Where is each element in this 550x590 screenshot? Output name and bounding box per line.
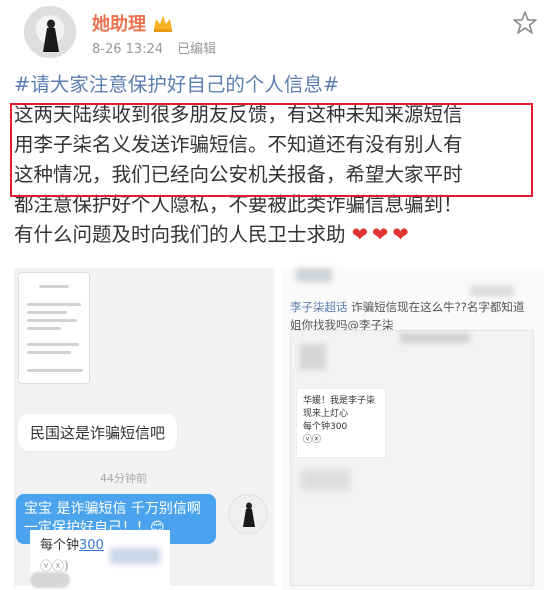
avatar[interactable] (24, 6, 76, 58)
sms-preview-prefix: 每个钟 (40, 538, 80, 553)
blurred-region (400, 333, 470, 343)
chat-bubble-left: 民国这是诈骗短信吧 (18, 414, 178, 451)
comment-line-1: 李子柒超话 诈骗短信现在这么牛??名字都知道 (290, 298, 540, 316)
supertopic-tag[interactable]: 李子柒超话 (290, 300, 348, 314)
chat-timestamp: 44分钟前 (100, 472, 147, 485)
sms-card-line-4: ⓥⓧ (303, 435, 322, 445)
comment-text: 李子柒超话 诈骗短信现在这么牛??名字都知道 姐你找我吗@李子柒 (290, 298, 540, 334)
post-line-5: 有什么问题及时向我们的人民卫士求助 ❤❤❤ (14, 220, 540, 250)
blurred-region (300, 470, 350, 490)
vip-crown-icon (154, 16, 172, 32)
blurred-region (296, 268, 332, 282)
sms-card-line-2: 现来上灯心 (303, 409, 349, 419)
favorite-star-icon[interactable] (512, 10, 538, 36)
profile-figure-icon (243, 502, 255, 527)
username-row: 她助理 (92, 10, 174, 36)
heart-icons: ❤❤❤ (351, 223, 413, 246)
profile-figure-icon (43, 19, 59, 52)
blurred-region (30, 572, 70, 588)
edited-label[interactable]: 已编辑 (177, 42, 216, 57)
post-date: 8-26 13:24 (92, 42, 164, 57)
sms-card-line-1: 华媛！我是李子柒 (303, 396, 376, 406)
sms-card-line-3: 每个钟300 (303, 422, 348, 432)
comment-line-1-text: 诈骗短信现在这么牛??名字都知道 (351, 300, 525, 314)
blurred-region (470, 286, 514, 296)
chat-avatar (228, 494, 268, 534)
blurred-region (300, 344, 326, 370)
username[interactable]: 她助理 (92, 10, 146, 36)
sms-preview-link[interactable]: 300 (79, 538, 104, 553)
inner-phone-screenshot (290, 330, 534, 586)
post-line-5-text: 有什么问题及时向我们的人民卫士求助 (14, 223, 346, 246)
post-meta: 8-26 13:24 已编辑 (92, 38, 216, 57)
blurred-number (110, 548, 160, 564)
hashtag-link[interactable]: #请大家注意保护好自己的个人信息# (14, 70, 540, 100)
highlight-box (10, 103, 533, 197)
inner-sms-card: 华媛！我是李子柒 现来上灯心 每个钟300 ⓥⓧ (296, 388, 386, 458)
mini-phone-preview (18, 272, 90, 384)
